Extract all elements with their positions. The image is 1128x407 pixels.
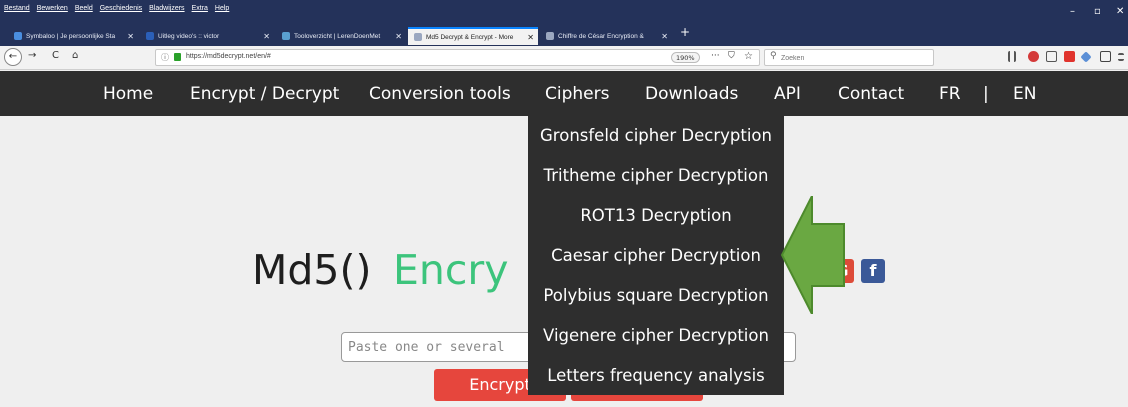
symbaloo-favicon-icon [14,32,22,40]
search-icon: ⚲ [770,51,777,61]
extension-icon[interactable] [1080,51,1092,63]
menu-vigenere-decryption[interactable]: Vigenere cipher Decryption [528,316,784,356]
minimize-button[interactable]: – [1070,6,1075,17]
menu-extra[interactable]: Extra [192,5,208,12]
tab-symbaloo[interactable]: Symbaloo | Je persoonlijke Sta ✕ [8,27,138,45]
home-button[interactable]: ⌂ [72,50,78,61]
annotation-arrow-shape [780,196,845,314]
reload-button[interactable]: C [52,50,59,61]
tab-close-icon[interactable]: ✕ [263,32,270,41]
screenshot-icon[interactable] [1100,51,1111,62]
pocket-icon[interactable]: ⛉ [728,51,735,61]
lock-icon [174,53,181,61]
tab-md5decrypt[interactable]: Md5 Decrypt & Encrypt - More ✕ [408,27,538,45]
back-button[interactable]: ← [4,48,22,66]
nav-downloads[interactable]: Downloads [645,84,738,104]
nav-lang-fr[interactable]: FR [939,84,961,104]
nav-lang-en[interactable]: EN [1013,84,1036,104]
chiffre-favicon-icon [546,32,554,40]
sidebar-icon[interactable] [1046,51,1057,62]
tab-label: Tooloverzicht | LerenDoenMet [294,32,381,40]
info-icon[interactable]: ⓘ [161,52,169,63]
tab-bar: Symbaloo | Je persoonlijke Sta ✕ Uitleg … [0,24,1128,46]
close-window-button[interactable]: ✕ [1116,6,1124,17]
nav-contact[interactable]: Contact [838,84,904,104]
menu-tritheme-decryption[interactable]: Tritheme cipher Decryption [528,156,784,196]
address-bar[interactable]: ⓘ https://md5decrypt.net/en/# 190% ··· ⛉… [155,49,760,66]
tab-close-icon[interactable]: ✕ [127,32,134,41]
tooloverzicht-favicon-icon [282,32,290,40]
bookmark-star-icon[interactable]: ☆ [744,51,753,62]
nav-conversion-tools[interactable]: Conversion tools [369,84,511,104]
restore-button[interactable]: ▫ [1094,6,1101,17]
site-navbar: Home Encrypt / Decrypt Conversion tools … [0,71,1128,116]
nav-lang-separator: | [983,84,989,104]
md5-favicon-icon [414,33,422,41]
menu-bestand[interactable]: Bestand [4,5,30,12]
menu-polybius-decryption[interactable]: Polybius square Decryption [528,276,784,316]
nav-ciphers[interactable]: Ciphers [545,84,609,104]
tab-chiffre[interactable]: Chiffre de César Encryption & ✕ [540,27,672,45]
overflow-icon[interactable] [1118,53,1124,61]
uitleg-favicon-icon [146,32,154,40]
menu-bar: Bestand Bewerken Beeld Geschiedenis Blad… [0,0,1128,24]
red-square-icon[interactable] [1064,51,1075,62]
nav-home[interactable]: Home [103,84,153,104]
facebook-icon[interactable]: f [861,259,885,283]
tab-label: Uitleg video's :: victor [158,32,220,40]
new-tab-button[interactable]: + [680,25,690,39]
ciphers-dropdown: Gronsfeld cipher Decryption Tritheme cip… [528,116,784,395]
menu-rot13-decryption[interactable]: ROT13 Decryption [528,196,784,236]
nav-encrypt-decrypt[interactable]: Encrypt / Decrypt [190,84,339,104]
forward-button[interactable]: → [28,50,36,61]
navigation-toolbar: ← → C ⌂ ⓘ https://md5decrypt.net/en/# 19… [0,46,1128,70]
menu-letter-frequency-analysis[interactable]: Letters frequency analysis [528,356,784,396]
menu-items: Bestand Bewerken Beeld Geschiedenis Blad… [4,5,229,12]
menu-gronsfeld-decryption[interactable]: Gronsfeld cipher Decryption [528,116,784,156]
addon-badge-icon[interactable] [1028,51,1039,62]
url-text[interactable]: https://md5decrypt.net/en/# [186,53,271,60]
page-actions-button[interactable]: ··· [711,51,720,61]
library-icon[interactable] [1008,51,1016,62]
tab-tooloverzicht[interactable]: Tooloverzicht | LerenDoenMet ✕ [276,27,406,45]
tab-label: Md5 Decrypt & Encrypt - More [426,33,514,41]
menu-geschiedenis[interactable]: Geschiedenis [100,5,142,12]
search-input[interactable] [781,52,931,64]
menu-help[interactable]: Help [215,5,229,12]
search-box[interactable]: ⚲ [764,49,934,66]
headline-md5: Md5() [252,246,372,294]
nav-api[interactable]: API [774,84,801,104]
menu-bewerken[interactable]: Bewerken [37,5,68,12]
tab-uitleg[interactable]: Uitleg video's :: victor ✕ [140,27,274,45]
browser-window: Bestand Bewerken Beeld Geschiedenis Blad… [0,0,1128,407]
tab-close-icon[interactable]: ✕ [395,32,402,41]
tab-label: Chiffre de César Encryption & [558,32,644,40]
headline-encrypt: Encry [393,246,509,294]
menu-bladwijzers[interactable]: Bladwijzers [149,5,184,12]
zoom-level-badge[interactable]: 190% [671,52,700,63]
tab-label: Symbaloo | Je persoonlijke Sta [26,32,116,40]
menu-caesar-decryption[interactable]: Caesar cipher Decryption [528,236,784,276]
annotation-arrow-icon [780,196,845,314]
tab-close-icon[interactable]: ✕ [527,33,534,42]
tab-close-icon[interactable]: ✕ [661,32,668,41]
menu-beeld[interactable]: Beeld [75,5,93,12]
